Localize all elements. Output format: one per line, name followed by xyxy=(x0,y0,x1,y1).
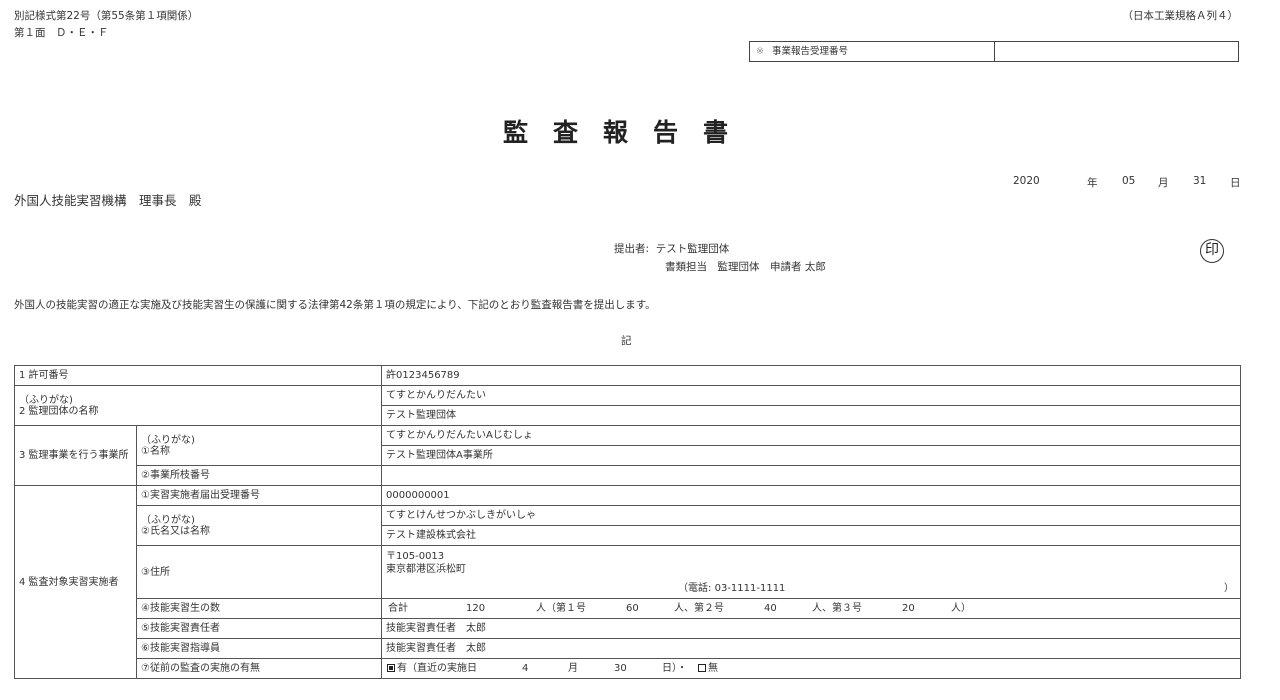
submitter-person: 書類担当 監理団体 申請者 太郎 xyxy=(665,261,826,273)
unit-third: 人、第３号 xyxy=(812,603,863,614)
unit-first: 人（第１号 xyxy=(536,603,587,614)
address-cell[interactable]: 〒105-0013 東京都港区浜松町 （電話: 03-1111-1111 ） xyxy=(381,545,1242,599)
date-day-unit: 日 xyxy=(1230,177,1241,189)
prev-audit-yes-option[interactable]: 有（直近の実施日 xyxy=(387,663,477,674)
office-name-furigana[interactable]: てすとかんりだんたいAじむしょ xyxy=(381,425,1242,446)
implementer-name-label-cell: （ふりがな) ②氏名又は名称 xyxy=(135,505,383,546)
reception-number-label: 事業報告受理番号 xyxy=(771,46,848,57)
phone-prefix: （電話: xyxy=(678,583,712,594)
prev-audit-cell: 有（直近の実施日 4 月 30 日）・ 無 xyxy=(381,658,1242,679)
phone-close-paren: ） xyxy=(1224,583,1235,594)
phone-value: 03-1111-1111 xyxy=(714,583,786,594)
furigana-label: （ふりがな) xyxy=(141,434,195,446)
no2-value: 40 xyxy=(764,603,777,614)
submitter-line: 提出者: テスト監理団体 xyxy=(614,241,729,256)
date-month-unit: 月 xyxy=(1158,177,1169,189)
no1-value: 60 xyxy=(626,603,639,614)
ki-heading: 記 xyxy=(621,335,632,347)
page-indicator: 第１面 Ｄ・Ｅ・Ｆ xyxy=(14,27,109,39)
trainee-count-label: ④技能実習生の数 xyxy=(135,598,383,619)
prev-audit-no-option[interactable]: 無 xyxy=(698,663,718,674)
table-row: （ふりがな) 2 監理団体の名称 てすとかんりだんたい xyxy=(13,385,1242,426)
unit-end: 人） xyxy=(951,603,972,614)
prev-audit-month: 4 xyxy=(522,663,529,674)
total-value: 120 xyxy=(466,603,486,614)
seal-icon: 印 xyxy=(1200,239,1224,263)
office-name-value[interactable]: テスト監理団体A事業所 xyxy=(381,445,1242,466)
org-name-label-cell: （ふりがな) 2 監理団体の名称 xyxy=(13,385,383,426)
day-unit: 日）・ xyxy=(662,663,688,674)
statement-text: 外国人の技能実習の適正な実施及び技能実習生の保護に関する法律第42条第１項の規定… xyxy=(14,299,656,311)
permit-number-value[interactable]: 許0123456789 xyxy=(381,365,1242,386)
org-name-value[interactable]: テスト監理団体 xyxy=(381,405,1242,426)
notification-number-label: ①実習実施者届出受理番号 xyxy=(135,485,383,506)
office-name-label: ①名称 xyxy=(141,445,170,457)
furigana-label: （ふりがな) xyxy=(19,394,73,406)
notification-number-value[interactable]: 0000000001 xyxy=(381,485,1242,506)
table-row: ③住所 〒105-0013 東京都港区浜松町 （電話: 03-1111-1111… xyxy=(15,545,1242,599)
audit-report-table: 1 許可番号 許0123456789 （ふりがな) 2 監理団体の名称 てすとか… xyxy=(13,365,1242,679)
address-label: ③住所 xyxy=(135,545,383,599)
instructor-value[interactable]: 技能実習責任者 太郎 xyxy=(381,638,1242,659)
table-row: （ふりがな) ②氏名又は名称 てすとけんせつかぶしきがいしゃ xyxy=(15,505,1242,546)
no-label: 無 xyxy=(708,663,719,674)
date-month: 05 xyxy=(1122,175,1136,187)
paper-size-note: （日本工業規格Ａ列４） xyxy=(1122,10,1239,22)
phone-line: （電話: 03-1111-1111 xyxy=(678,583,785,594)
table-row: ④技能実習生の数 合計 120 人（第１号 60 人、第２号 40 人、第３号 … xyxy=(15,598,1242,619)
implementer-name-value[interactable]: テスト建設株式会社 xyxy=(381,525,1242,546)
reception-number-field[interactable] xyxy=(995,42,1238,61)
table-row: ⑥技能実習指導員 技能実習責任者 太郎 xyxy=(15,638,1242,659)
furigana-label: （ふりがな) xyxy=(141,514,195,526)
table-row: 4 監査対象実習実施者 ①実習実施者届出受理番号 0000000001 xyxy=(14,485,1242,679)
checkbox-unchecked-icon[interactable] xyxy=(698,664,707,672)
implementer-name-label: ②氏名又は名称 xyxy=(141,525,210,537)
office-name-label-cell: （ふりがな) ①名称 xyxy=(135,425,383,466)
prev-audit-day: 30 xyxy=(614,663,627,674)
address-value: 東京都港区浜松町 xyxy=(386,564,467,575)
instructor-label: ⑥技能実習指導員 xyxy=(135,638,383,659)
total-label: 合計 xyxy=(388,603,409,614)
office-branch-number-value[interactable] xyxy=(381,465,1242,486)
reception-number-box: ※ 事業報告受理番号 xyxy=(749,41,1239,62)
trainee-count-cell[interactable]: 合計 120 人（第１号 60 人、第２号 40 人、第３号 20 人） xyxy=(381,598,1242,619)
submitter-label: 提出者: xyxy=(614,243,650,255)
table-row: ⑦従前の監査の実施の有無 有（直近の実施日 4 月 30 日）・ 無 xyxy=(15,658,1242,679)
date-year: 2020 xyxy=(1013,175,1040,187)
month-unit: 月 xyxy=(568,663,579,674)
office-branch-number-label: ②事業所枝番号 xyxy=(135,465,383,486)
permit-number-label: 1 許可番号 xyxy=(13,365,383,386)
yes-label: 有（直近の実施日 xyxy=(397,663,478,674)
org-name-label: 2 監理団体の名称 xyxy=(19,405,99,417)
unit-second: 人、第２号 xyxy=(674,603,725,614)
table-row: 1 許可番号 許0123456789 xyxy=(13,365,1242,386)
asterisk-mark: ※ xyxy=(756,46,764,57)
date-day: 31 xyxy=(1193,175,1207,187)
office-label: 3 監理事業を行う事業所 xyxy=(14,425,137,486)
org-name-furigana[interactable]: てすとかんりだんたい xyxy=(381,385,1242,406)
implementer-name-furigana[interactable]: てすとけんせつかぶしきがいしゃ xyxy=(381,505,1242,526)
page-title: 監査報告書 xyxy=(502,118,753,147)
table-row: ⑤技能実習責任者 技能実習責任者 太郎 xyxy=(15,618,1242,639)
form-id: 別記様式第22号（第55条第１項関係） xyxy=(14,10,199,22)
table-row: 3 監理事業を行う事業所 （ふりがな) ①名称 てすとかんりだんたいAじむしょ xyxy=(14,425,1242,486)
table-row: ②事業所枝番号 xyxy=(15,465,1242,486)
date-year-unit: 年 xyxy=(1087,177,1098,189)
supervisor-label: ⑤技能実習責任者 xyxy=(135,618,383,639)
no3-value: 20 xyxy=(902,603,915,614)
target-implementer-label: 4 監査対象実習実施者 xyxy=(14,485,137,679)
supervisor-value[interactable]: 技能実習責任者 太郎 xyxy=(381,618,1242,639)
prev-audit-label: ⑦従前の監査の実施の有無 xyxy=(135,658,383,679)
postal-code: 〒105-0013 xyxy=(386,551,445,562)
checkbox-checked-icon[interactable] xyxy=(387,664,396,672)
addressee: 外国人技能実習機構 理事長 殿 xyxy=(14,193,202,208)
submitter-org: テスト監理団体 xyxy=(655,243,730,255)
